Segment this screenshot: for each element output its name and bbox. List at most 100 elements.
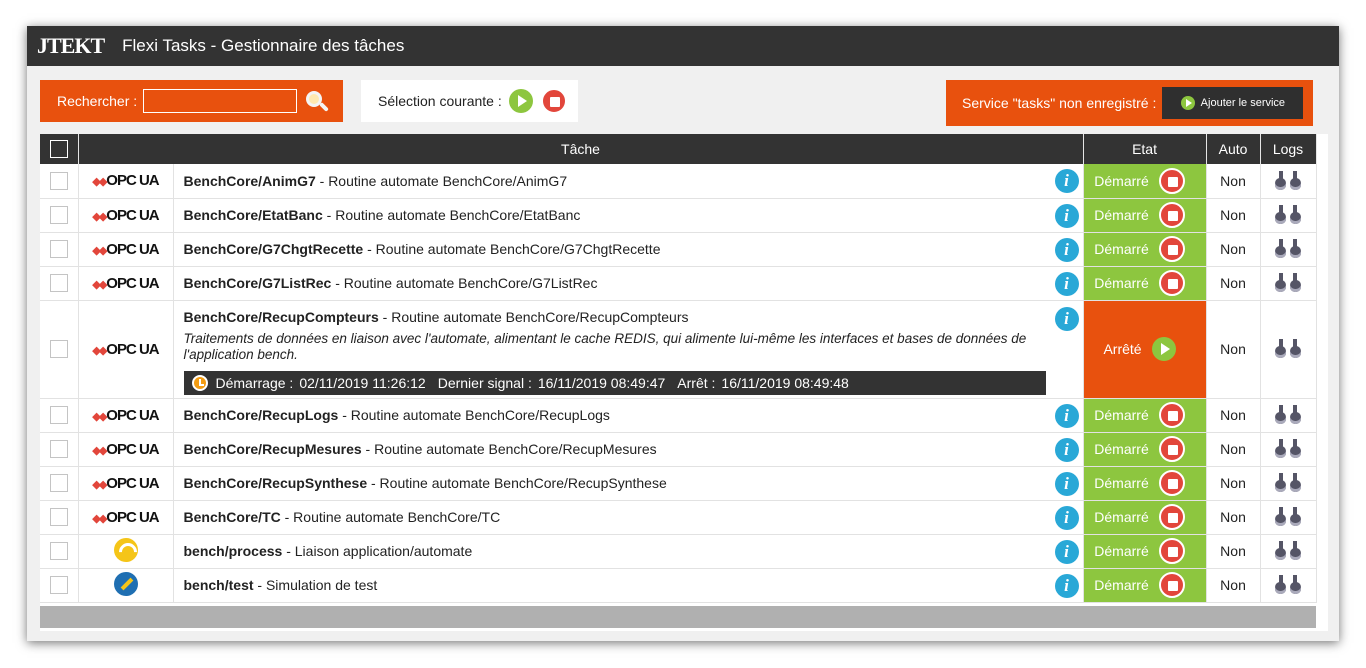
search-icon[interactable]	[304, 89, 330, 113]
stop-task-button[interactable]	[1158, 572, 1185, 598]
opcua-logo-icon: ◆◆OPC UA	[92, 474, 159, 492]
task-type-cell	[78, 534, 174, 569]
add-service-button[interactable]: Ajouter le service	[1162, 87, 1304, 119]
row-checkbox[interactable]	[49, 440, 68, 458]
info-icon[interactable]: i	[1054, 169, 1079, 193]
task-name[interactable]: BenchCore/RecupSynthese	[184, 475, 368, 491]
task-type-cell: ◆◆OPC UA	[78, 466, 174, 501]
stop-task-button[interactable]	[1158, 538, 1185, 564]
row-checkbox[interactable]	[49, 206, 68, 224]
binoculars-icon[interactable]	[1275, 238, 1302, 260]
column-task: Tâche	[78, 134, 1084, 164]
binoculars-icon[interactable]	[1275, 338, 1302, 360]
row-select-cell	[40, 198, 79, 233]
auto-cell[interactable]: Non	[1206, 164, 1261, 199]
opcua-logo-icon: ◆◆OPC UA	[92, 274, 159, 292]
binoculars-icon[interactable]	[1275, 170, 1302, 192]
row-checkbox[interactable]	[49, 274, 68, 292]
task-description: - Routine automate BenchCore/RecupLogs	[338, 407, 610, 423]
auto-cell[interactable]: Non	[1206, 398, 1261, 433]
auto-cell[interactable]: Non	[1206, 466, 1261, 501]
row-checkbox[interactable]	[49, 240, 68, 258]
stop-task-button[interactable]	[1158, 202, 1185, 228]
auto-cell[interactable]: Non	[1206, 232, 1261, 267]
stop-task-button[interactable]	[1158, 402, 1185, 428]
binoculars-icon[interactable]	[1275, 506, 1302, 528]
binoculars-icon[interactable]	[1275, 404, 1302, 426]
binoculars-icon[interactable]	[1275, 204, 1302, 226]
binoculars-icon[interactable]	[1275, 472, 1302, 494]
task-name[interactable]: bench/process	[184, 543, 283, 559]
info-icon[interactable]: i	[1054, 306, 1079, 331]
stop-selection-button[interactable]	[540, 88, 567, 114]
row-checkbox[interactable]	[49, 474, 68, 492]
task-description: - Routine automate BenchCore/AnimG7	[315, 172, 568, 189]
row-select-cell	[40, 534, 79, 569]
table-row: ◆◆OPC UA BenchCore/RecupSynthese - Routi…	[40, 466, 1317, 501]
info-icon[interactable]: i	[1054, 403, 1079, 428]
row-select-cell	[40, 266, 79, 301]
table-row: ◆◆OPC UA BenchCore/RecupCompteurs - Rout…	[40, 300, 1317, 399]
stop-task-button[interactable]	[1158, 167, 1185, 194]
tasks-table-container: Tâche Etat Auto Logs ◆◆OPC UA BenchCore/…	[40, 134, 1328, 631]
select-all-checkbox[interactable]	[49, 140, 68, 158]
stop-task-button[interactable]	[1158, 270, 1185, 296]
logs-cell	[1260, 300, 1317, 399]
auto-cell[interactable]: Non	[1206, 432, 1261, 467]
row-checkbox[interactable]	[49, 171, 68, 190]
info-icon[interactable]: i	[1054, 203, 1079, 228]
binoculars-icon[interactable]	[1275, 438, 1302, 460]
task-name[interactable]: BenchCore/G7ListRec	[184, 275, 332, 291]
app-title: Flexi Tasks - Gestionnaire des tâches	[122, 36, 405, 55]
info-icon[interactable]: i	[1054, 471, 1079, 496]
info-icon[interactable]: i	[1054, 437, 1079, 462]
info-icon[interactable]: i	[1054, 505, 1079, 530]
play-selection-button[interactable]	[508, 89, 533, 113]
task-name[interactable]: BenchCore/RecupLogs	[184, 407, 339, 423]
stop-task-button[interactable]	[1158, 504, 1185, 530]
task-type-cell: ◆◆OPC UA	[78, 164, 174, 199]
task-name[interactable]: BenchCore/TC	[184, 509, 281, 525]
logs-cell	[1260, 432, 1317, 467]
row-checkbox[interactable]	[49, 340, 68, 358]
stop-task-button[interactable]	[1158, 436, 1185, 462]
info-icon[interactable]: i	[1054, 539, 1079, 564]
task-cell: BenchCore/TC - Routine automate BenchCor…	[173, 500, 1084, 535]
auto-cell[interactable]: Non	[1206, 300, 1261, 399]
info-icon[interactable]: i	[1054, 573, 1079, 598]
search-input[interactable]	[143, 89, 298, 113]
task-name[interactable]: BenchCore/AnimG7	[184, 173, 316, 189]
search-panel: Rechercher :	[40, 80, 343, 122]
state-cell: Démarré	[1083, 432, 1207, 467]
info-icon[interactable]: i	[1054, 237, 1079, 262]
auto-cell[interactable]: Non	[1206, 534, 1261, 569]
task-name[interactable]: BenchCore/EtatBanc	[184, 207, 323, 223]
table-footer	[40, 606, 1316, 628]
auto-cell[interactable]: Non	[1206, 500, 1261, 535]
auto-cell[interactable]: Non	[1206, 266, 1261, 301]
binoculars-icon[interactable]	[1275, 574, 1302, 596]
task-name[interactable]: BenchCore/RecupMesures	[184, 441, 362, 457]
binoculars-icon[interactable]	[1275, 272, 1302, 294]
auto-cell[interactable]: Non	[1206, 198, 1261, 233]
row-checkbox[interactable]	[49, 508, 68, 526]
stop-task-button[interactable]	[1158, 470, 1185, 496]
task-cell: BenchCore/RecupMesures - Routine automat…	[173, 432, 1084, 467]
task-name[interactable]: bench/test	[184, 577, 254, 593]
row-checkbox[interactable]	[49, 576, 68, 594]
state-cell: Démarré	[1083, 466, 1207, 501]
row-select-cell	[40, 500, 79, 535]
add-service-label: Ajouter le service	[1200, 97, 1286, 109]
binoculars-icon[interactable]	[1275, 540, 1302, 562]
row-checkbox[interactable]	[49, 406, 68, 424]
start-task-button[interactable]	[1151, 337, 1176, 361]
task-name[interactable]: BenchCore/RecupCompteurs	[184, 309, 379, 325]
logs-cell	[1260, 500, 1317, 535]
auto-cell[interactable]: Non	[1206, 568, 1261, 603]
task-cell: BenchCore/RecupCompteurs - Routine autom…	[173, 300, 1084, 399]
info-icon[interactable]: i	[1054, 271, 1079, 296]
task-type-cell: ◆◆OPC UA	[78, 232, 174, 267]
row-checkbox[interactable]	[49, 542, 68, 560]
stop-task-button[interactable]	[1158, 236, 1185, 262]
task-name[interactable]: BenchCore/G7ChgtRecette	[184, 241, 364, 257]
